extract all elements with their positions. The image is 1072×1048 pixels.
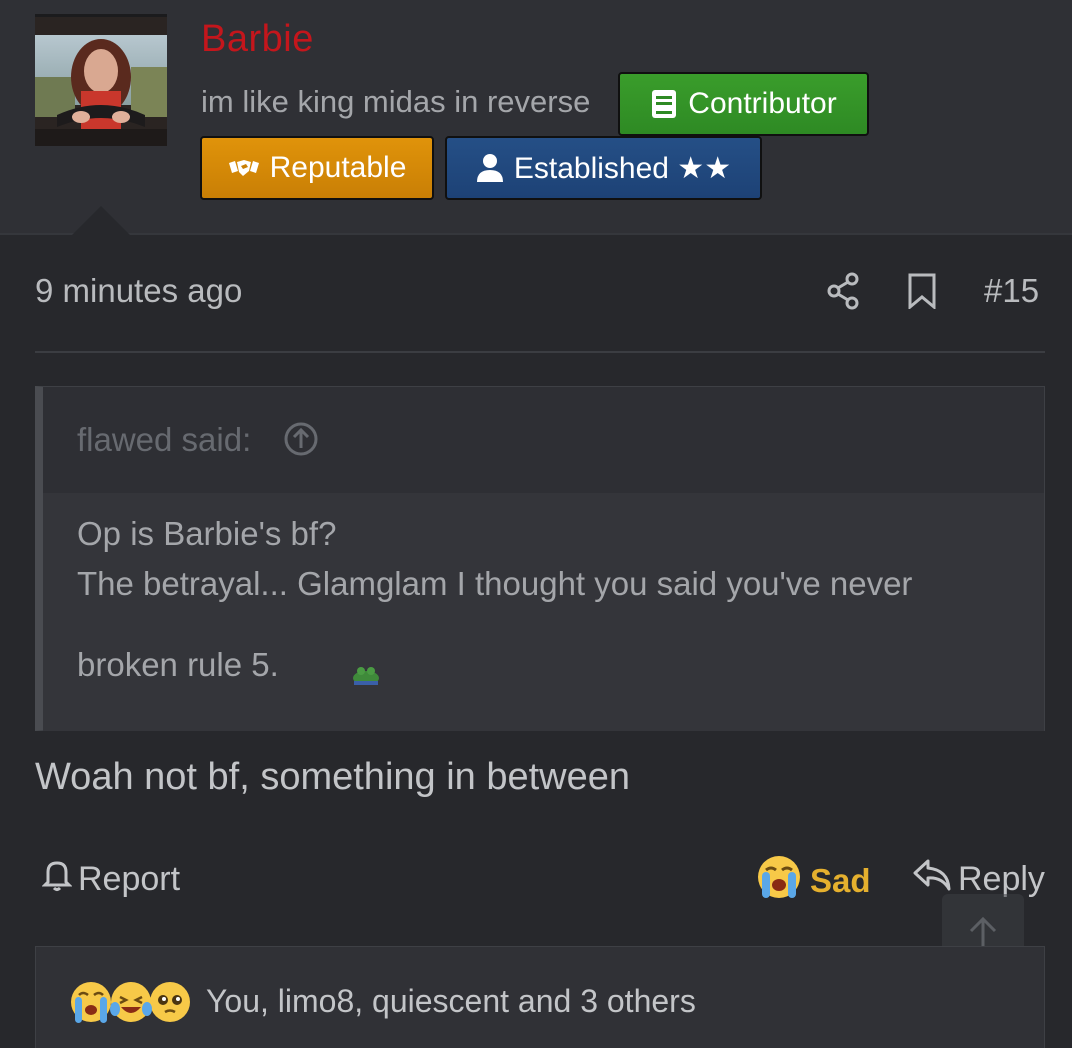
badge-reputable: Reputable [200,136,434,200]
share-icon[interactable] [826,272,860,310]
quote-header: flawed said: [43,387,1044,493]
post-message: Woah not bf, something in between [35,756,631,798]
post-timestamp[interactable]: 9 minutes ago [35,272,242,310]
bell-icon [41,858,73,901]
handshake-icon [228,157,260,179]
badge-label: Contributor [688,87,837,120]
badge-label: Established ★★ [513,151,732,185]
loudly-crying-emoji [71,982,111,1023]
badge-label: Reputable [269,151,407,184]
user-title: im like king midas in reverse [201,84,591,119]
quote-body: Op is Barbie's bf? The betrayal... Glamg… [43,493,1044,731]
laughing-crying-emoji [110,982,152,1022]
reaction-emojis [68,979,198,1025]
book-icon [650,89,678,119]
quote-line: Op is Barbie's bf? [77,515,337,552]
bookmark-icon[interactable] [906,273,938,311]
badge-established: Established ★★ [445,136,762,200]
post-number-link[interactable]: #15 [984,272,1039,310]
reaction-label: Sad [810,862,871,899]
quote-author[interactable]: flawed said: [77,421,251,459]
pleading-face-emoji [150,982,190,1022]
divider [35,351,1045,353]
reactions-text[interactable]: You, limo8, quiescent and 3 others [206,983,696,1020]
arrow-up-circle-icon[interactable] [283,421,319,457]
user-header: Barbie im like king midas in reverse Con… [0,0,1072,235]
badge-contributor: Contributor [618,72,869,136]
reactions-summary[interactable]: You, limo8, quiescent and 3 others [35,946,1045,1048]
username[interactable]: Barbie [201,18,314,61]
forum-post: Barbie im like king midas in reverse Con… [0,0,1072,1048]
reaction-button[interactable]: Sad [756,854,871,908]
report-label: Report [78,860,181,898]
header-pointer [72,206,130,235]
quote-line: The betrayal... Glamglam I thought you s… [77,565,913,602]
quote-block: flawed said: Op is Barbie's bf? The betr… [35,386,1045,731]
report-button[interactable]: Report [41,858,181,901]
user-icon [476,153,504,183]
frog-emoji-icon [351,663,381,687]
avatar[interactable] [35,14,167,146]
loudly-crying-emoji [756,854,802,908]
quote-line: broken rule 5. [77,646,279,683]
